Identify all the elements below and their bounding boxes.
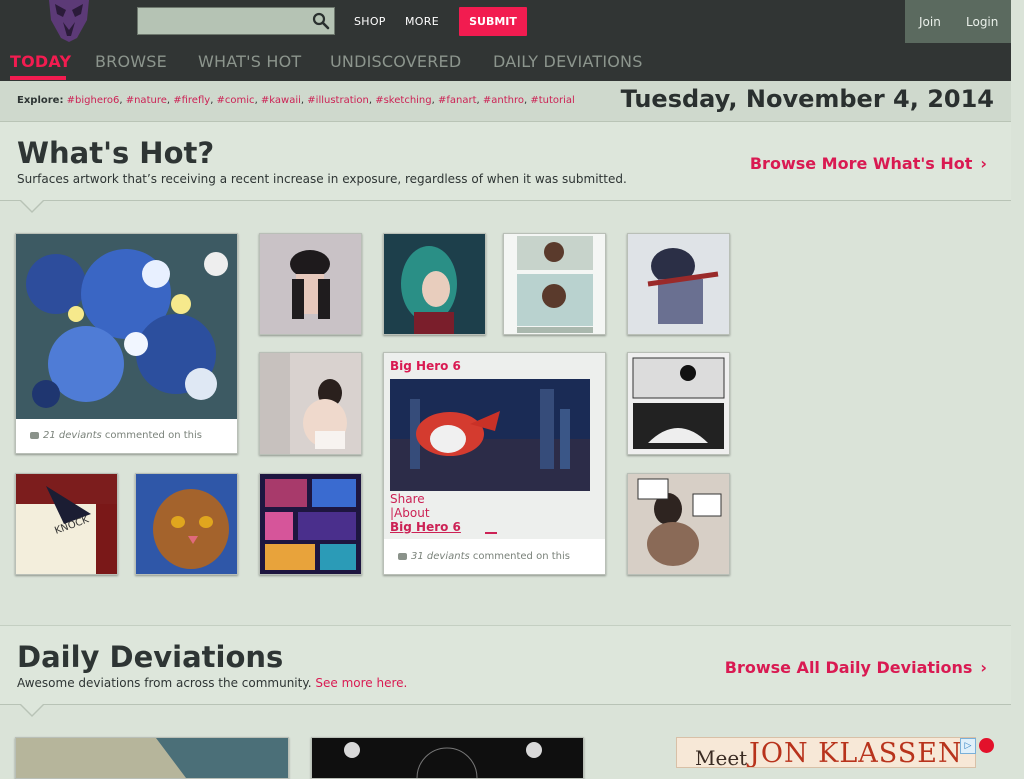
- deviant-count[interactable]: 31 deviants: [411, 551, 470, 562]
- comment-suffix: commented on this: [104, 430, 202, 441]
- tab-daily-deviations[interactable]: DAILY DEVIATIONS: [493, 52, 643, 71]
- tag-link[interactable]: #illustration: [307, 95, 369, 106]
- feature-title-link-bottom[interactable]: Big Hero 6: [390, 520, 461, 534]
- thumbnail[interactable]: [135, 473, 238, 575]
- explore-label: Explore:: [17, 95, 64, 106]
- section-notch: [21, 200, 43, 211]
- tag-link[interactable]: #firefly: [173, 95, 210, 106]
- tag-link[interactable]: #fanart: [438, 95, 477, 106]
- ad-choices-icon[interactable]: ▷: [960, 738, 976, 754]
- tag-link[interactable]: #bighero6: [67, 95, 120, 106]
- chevron-right-icon: ›: [980, 154, 987, 173]
- tab-whats-hot[interactable]: WHAT'S HOT: [198, 52, 301, 71]
- thumbnail[interactable]: [627, 233, 730, 335]
- section-subtitle: Awesome deviations from across the commu…: [17, 676, 407, 690]
- artwork-image: [136, 474, 237, 574]
- about-link[interactable]: |About: [390, 506, 430, 520]
- search-icon[interactable]: [312, 12, 330, 30]
- deviant-count[interactable]: 21 deviants: [43, 430, 102, 441]
- current-date: Tuesday, November 4, 2014: [620, 85, 994, 113]
- comment-count: 31 deviants commented on this: [398, 551, 570, 562]
- whats-hot-header: What's Hot? Surfaces artwork that’s rece…: [0, 122, 1011, 201]
- tab-bar: TODAY BROWSE WHAT'S HOT UNDISCOVERED DAI…: [0, 50, 1011, 80]
- artwork-image: [260, 474, 361, 574]
- thumbnail[interactable]: [627, 352, 730, 455]
- artwork-image: [16, 738, 288, 778]
- ad-banner[interactable]: Meet JON KLASSEN: [676, 737, 976, 768]
- thumbnail[interactable]: [259, 233, 362, 335]
- see-more-link[interactable]: See more here.: [315, 676, 407, 690]
- comment-icon: [30, 431, 39, 439]
- tag-link[interactable]: #anthro: [483, 95, 524, 106]
- comment-count: 21 deviants commented on this: [30, 430, 202, 441]
- shop-link[interactable]: SHOP: [354, 15, 386, 28]
- browse-all-daily-deviations-link[interactable]: Browse All Daily Deviations ›: [725, 658, 987, 677]
- feature-title-link[interactable]: Big Hero 6: [390, 359, 461, 373]
- thumbnail[interactable]: [259, 473, 362, 575]
- artwork-image: [628, 234, 729, 334]
- daily-thumbnail[interactable]: [311, 737, 584, 779]
- tab-today[interactable]: TODAY: [10, 52, 71, 71]
- explore-tags: Explore: #bighero6, #nature, #firefly, #…: [17, 95, 575, 106]
- artwork-image: [312, 738, 583, 778]
- section-subtitle: Surfaces artwork that’s receiving a rece…: [17, 172, 627, 186]
- section-title: Daily Deviations: [17, 640, 284, 674]
- search-input[interactable]: [137, 7, 335, 35]
- link-label: Browse More What's Hot: [749, 154, 973, 173]
- artwork-image: [16, 234, 237, 419]
- thumbnail[interactable]: [503, 233, 606, 335]
- tab-browse[interactable]: BROWSE: [95, 52, 167, 71]
- section-notch: [21, 704, 43, 715]
- explore-bar: Explore: #bighero6, #nature, #firefly, #…: [0, 81, 1011, 122]
- logo-icon[interactable]: [49, 0, 89, 42]
- underline-mark: [484, 532, 497, 534]
- artwork-image: [628, 353, 729, 454]
- more-link[interactable]: MORE: [405, 15, 439, 28]
- artwork-image: [260, 234, 361, 334]
- section-title: What's Hot?: [17, 136, 215, 170]
- thumbnail-large[interactable]: 21 deviants commented on this: [15, 233, 238, 454]
- chevron-right-icon: ›: [980, 658, 987, 677]
- comment-suffix: commented on this: [472, 551, 570, 562]
- feature-links: Share |About Big Hero 6: [390, 492, 497, 534]
- tab-undiscovered[interactable]: UNDISCOVERED: [330, 52, 461, 71]
- link-label: Browse All Daily Deviations: [724, 658, 973, 677]
- artwork-image: [260, 353, 361, 454]
- daily-thumbnail[interactable]: [15, 737, 289, 779]
- login-link[interactable]: Login: [966, 15, 998, 29]
- share-link[interactable]: Share: [390, 492, 425, 506]
- notification-dot-icon[interactable]: [979, 738, 994, 753]
- tag-link[interactable]: #comic: [217, 95, 255, 106]
- comment-icon: [398, 552, 407, 560]
- thumbnail[interactable]: [259, 352, 362, 455]
- thumbnail[interactable]: [383, 233, 486, 335]
- submit-button[interactable]: SUBMIT: [459, 7, 527, 36]
- tag-link[interactable]: #sketching: [375, 95, 431, 106]
- join-link[interactable]: Join: [919, 15, 941, 29]
- section-subtitle-text: Awesome deviations from across the commu…: [17, 676, 312, 690]
- artwork-image: [504, 234, 605, 334]
- artwork-image: [384, 234, 485, 334]
- tag-link[interactable]: #nature: [126, 95, 167, 106]
- active-tab-indicator: [10, 76, 66, 80]
- tag-link[interactable]: #tutorial: [530, 95, 574, 106]
- ad-meet-text: Meet: [695, 746, 748, 768]
- thumbnail[interactable]: KNOCK: [15, 473, 118, 575]
- artwork-image: [390, 379, 590, 491]
- feature-tile[interactable]: Big Hero 6 Share |About Big Hero 6 31 de…: [383, 352, 606, 575]
- auth-box: Join Login: [905, 0, 1011, 43]
- browse-more-whats-hot-link[interactable]: Browse More What's Hot ›: [750, 154, 987, 173]
- artwork-image: [628, 474, 729, 574]
- thumbnail[interactable]: [627, 473, 730, 575]
- artwork-image: KNOCK: [16, 474, 117, 574]
- daily-deviations-header: Daily Deviations Awesome deviations from…: [0, 625, 1011, 705]
- ad-name-text: JON KLASSEN: [749, 738, 963, 768]
- tag-link[interactable]: #kawaii: [261, 95, 301, 106]
- top-bar: SHOP MORE SUBMIT Join Login TODAY BROWSE…: [0, 0, 1011, 81]
